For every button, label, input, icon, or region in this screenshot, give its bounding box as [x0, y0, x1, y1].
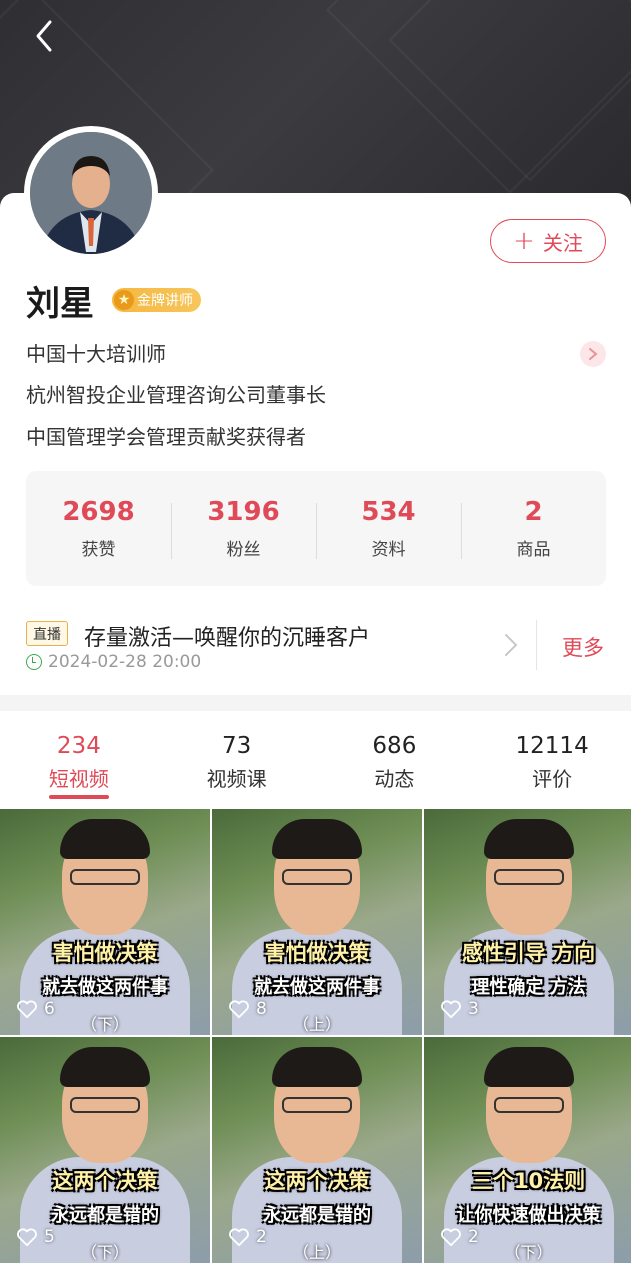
- bio-expand-chevron-icon[interactable]: [580, 341, 606, 367]
- tab-short-videos[interactable]: 234 短视频: [0, 711, 158, 809]
- heart-icon: [229, 1228, 249, 1247]
- avatar[interactable]: [24, 126, 158, 260]
- stat-materials[interactable]: 534 资料: [316, 497, 461, 560]
- video-caption-main: 感性引导 方向: [461, 941, 596, 965]
- thumbnail-image: [70, 869, 140, 885]
- video-thumbnail[interactable]: 三个10法则 让你快速做出决策 （下） 2: [424, 1037, 631, 1263]
- bio-line-3: 中国管理学会管理贡献奖获得者: [26, 425, 306, 449]
- heart-icon: [17, 1228, 37, 1247]
- thumbnail-image: [484, 819, 574, 859]
- tab-posts[interactable]: 686 动态: [316, 711, 474, 809]
- section-divider: [0, 695, 631, 711]
- video-likes: 5: [16, 1227, 55, 1247]
- thumbnail-image: [494, 869, 564, 885]
- video-thumbnail[interactable]: 感性引导 方向 理性确定 方法 3: [424, 809, 631, 1035]
- thumbnail-image: [494, 1097, 564, 1113]
- chevron-right-icon[interactable]: [500, 630, 522, 660]
- video-caption-sub: 就去做这两件事: [254, 977, 380, 998]
- thumbnail-image: [60, 819, 150, 859]
- stats-panel: 2698 获赞 3196 粉丝 534 资料 2 商品: [26, 471, 606, 586]
- back-icon[interactable]: [30, 18, 62, 54]
- video-caption-sub: 永远都是错的: [51, 1205, 159, 1226]
- video-caption-sub: 让你快速做出决策: [456, 1205, 601, 1226]
- video-likes: 6: [16, 999, 55, 1019]
- video-thumbnail[interactable]: 害怕做决策 就去做这两件事 （上） 8: [212, 809, 422, 1035]
- video-likes: 2: [228, 1227, 267, 1247]
- divider: [536, 620, 537, 670]
- video-caption-sub: 理性确定 方法: [471, 977, 586, 998]
- video-caption-sub: 就去做这两件事: [42, 977, 168, 998]
- video-likes: 2: [440, 1227, 479, 1247]
- live-tag: 直播: [26, 621, 68, 646]
- thumbnail-image: [60, 1047, 150, 1087]
- tab-video-courses[interactable]: 73 视频课: [158, 711, 316, 809]
- thumbnail-image: [272, 1047, 362, 1087]
- bio-line-2: 杭州智投企业管理咨询公司董事长: [26, 383, 326, 407]
- thumbnail-image: [282, 1097, 352, 1113]
- video-grid: 害怕做决策 就去做这两件事 （下） 6 害怕做决策 就去做这两件事 （上） 8 感性引导 方向理…: [0, 809, 631, 1263]
- heart-icon: [441, 1228, 461, 1247]
- thumbnail-image: [272, 819, 362, 859]
- tab-reviews[interactable]: 12114 评价: [473, 711, 631, 809]
- video-thumbnail[interactable]: 害怕做决策 就去做这两件事 （下） 6: [0, 809, 210, 1035]
- video-likes: 3: [440, 999, 479, 1019]
- stat-likes[interactable]: 2698 获赞: [26, 497, 171, 560]
- live-title[interactable]: 存量激活—唤醒你的沉睡客户: [84, 620, 370, 652]
- live-time: 2024-02-28 20:00: [26, 652, 201, 672]
- stat-products[interactable]: 2 商品: [461, 497, 606, 560]
- bio-line-1: 中国十大培训师: [26, 342, 166, 366]
- video-likes: 8: [228, 999, 267, 1019]
- heart-icon: [229, 1000, 249, 1019]
- stat-fans[interactable]: 3196 粉丝: [171, 497, 316, 560]
- follow-button[interactable]: + 关注: [490, 219, 606, 263]
- video-thumbnail[interactable]: 这两个决策 永远都是错的 （下） 5: [0, 1037, 210, 1263]
- video-caption-main: 这两个决策: [52, 1169, 158, 1193]
- gold-lecturer-badge: ★ 金牌讲师: [112, 288, 201, 312]
- video-caption-main: 这两个决策: [264, 1169, 370, 1193]
- thumbnail-image: [484, 1047, 574, 1087]
- more-button[interactable]: 更多: [562, 632, 604, 662]
- thumbnail-image: [282, 869, 352, 885]
- star-icon: ★: [114, 290, 134, 310]
- video-caption-sub: 永远都是错的: [263, 1205, 371, 1226]
- heart-icon: [441, 1000, 461, 1019]
- video-caption-main: 三个10法则: [471, 1169, 586, 1193]
- video-caption-main: 害怕做决策: [52, 941, 158, 965]
- video-thumbnail[interactable]: 这两个决策 永远都是错的 （上） 2: [212, 1037, 422, 1263]
- heart-icon: [17, 1000, 37, 1019]
- video-caption-main: 害怕做决策: [264, 941, 370, 965]
- clock-icon: [26, 654, 42, 670]
- profile-name: 刘星: [26, 284, 94, 324]
- plus-icon: +: [513, 226, 535, 256]
- content-tabs: 234 短视频 73 视频课 686 动态 12114 评价: [0, 711, 631, 809]
- thumbnail-image: [70, 1097, 140, 1113]
